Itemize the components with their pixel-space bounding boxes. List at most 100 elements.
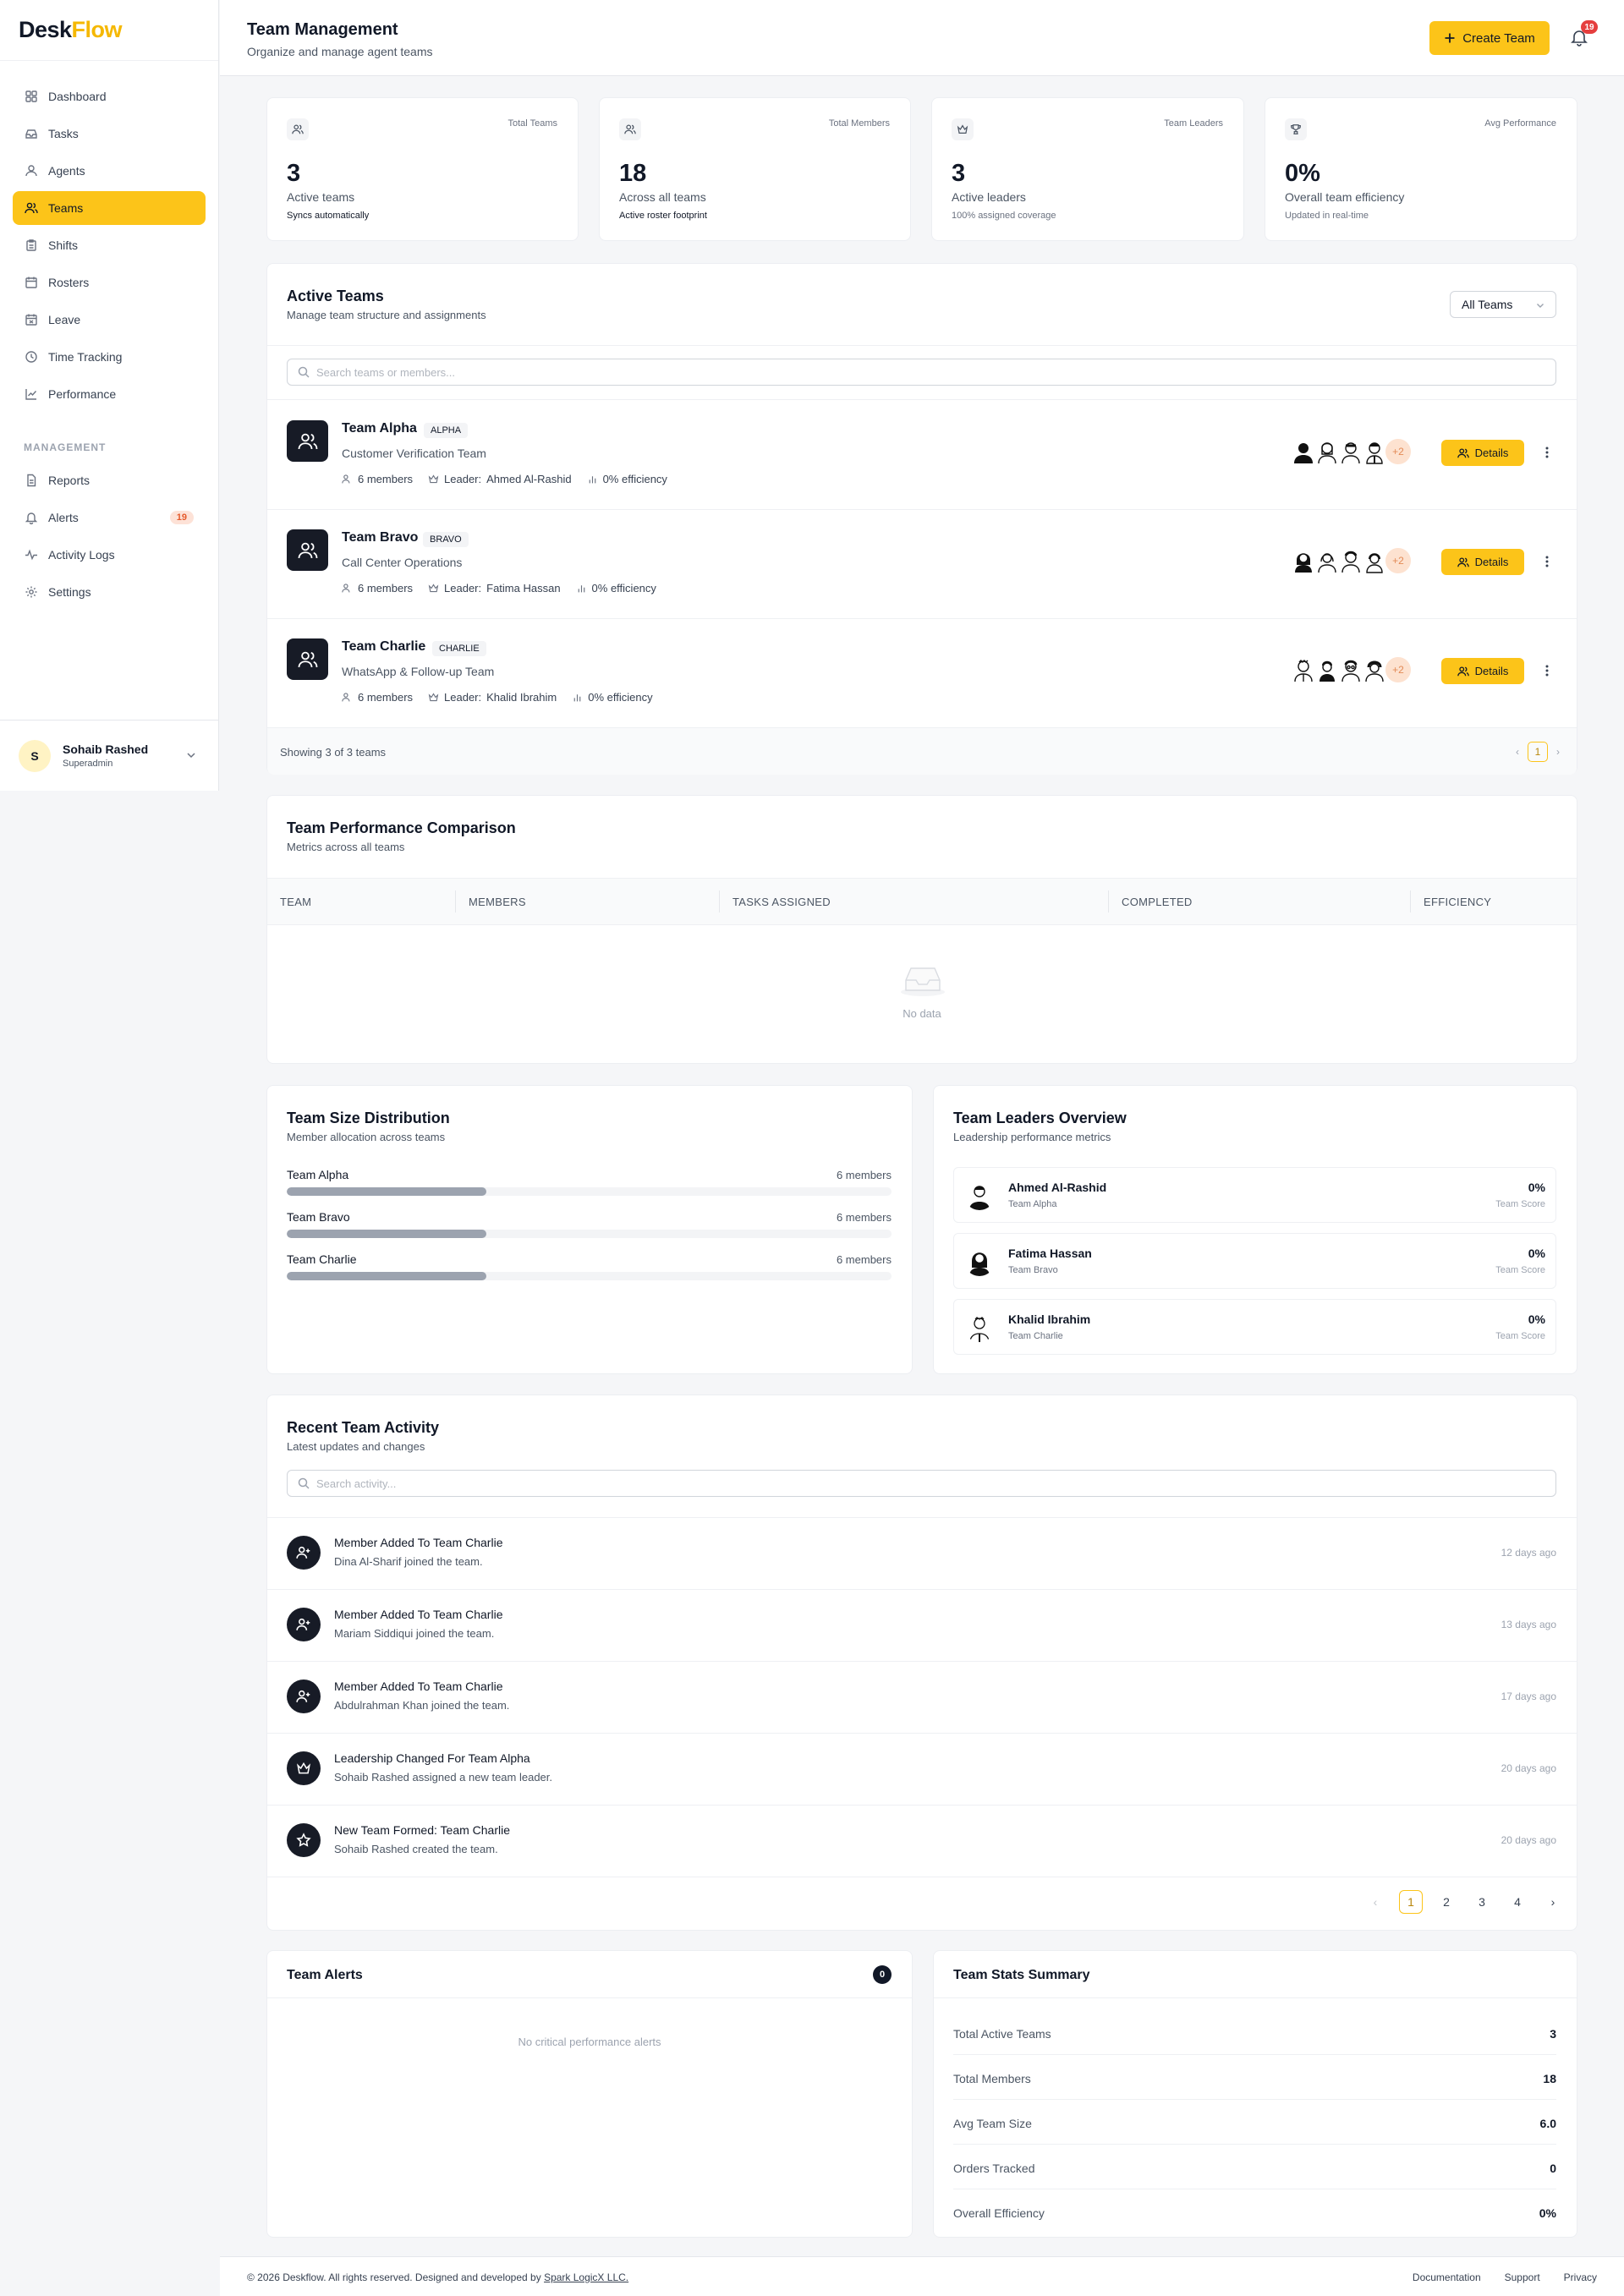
more-vertical-icon[interactable]: [1540, 664, 1554, 677]
sidebar-item-alerts[interactable]: Alerts 19: [13, 501, 206, 534]
clock-icon: [25, 351, 37, 363]
footer-link-support[interactable]: Support: [1505, 2271, 1540, 2283]
column-header-efficiency[interactable]: EFFICIENCY: [1424, 896, 1491, 908]
member-avatars[interactable]: +2: [1289, 655, 1413, 684]
chevron-down-icon[interactable]: [185, 749, 197, 761]
more-members-badge[interactable]: +2: [1384, 655, 1413, 684]
activity-search-input[interactable]: Search activity...: [287, 1470, 1556, 1497]
team-name[interactable]: Team Alpha: [342, 421, 417, 436]
user-menu[interactable]: S Sohaib Rashed Superadmin: [0, 720, 218, 791]
create-team-button[interactable]: Create Team: [1429, 21, 1550, 55]
leader-row[interactable]: Khalid Ibrahim Team Charlie 0% Team Scor…: [953, 1299, 1556, 1355]
team-members: 6 members: [342, 691, 413, 704]
more-vertical-icon[interactable]: [1540, 555, 1554, 568]
distribution-bar-fill: [287, 1187, 486, 1196]
section-title: Team Performance Comparison: [287, 819, 516, 836]
activity-icon: [25, 549, 37, 561]
team-filter-select[interactable]: All Teams: [1450, 291, 1556, 318]
document-icon: [27, 474, 36, 487]
page-button-current[interactable]: 1: [1528, 742, 1548, 762]
leader-score: 0%: [1528, 1181, 1545, 1194]
team-details-button[interactable]: Details: [1441, 549, 1524, 575]
distribution-count: 6 members: [836, 1253, 892, 1266]
empty-state-text: No data: [903, 1007, 941, 1020]
activity-title: Leadership Changed For Team Alpha: [334, 1751, 530, 1765]
page-button[interactable]: 4: [1506, 1890, 1529, 1914]
sidebar-item-time-tracking[interactable]: Time Tracking: [13, 340, 206, 374]
team-description: Customer Verification Team: [342, 447, 486, 460]
stat-note: 100% assigned coverage: [952, 211, 1056, 221]
sidebar-item-leave[interactable]: Leave: [13, 303, 206, 337]
more-vertical-icon[interactable]: [1540, 446, 1554, 459]
chevron-left-icon[interactable]: ‹: [1363, 1890, 1387, 1914]
user-plus-icon: [287, 1680, 321, 1713]
create-team-label: Create Team: [1462, 30, 1535, 46]
team-details-button[interactable]: Details: [1441, 440, 1524, 466]
grid-icon: [25, 90, 37, 102]
column-header-members[interactable]: MEMBERS: [469, 896, 526, 908]
leader-row[interactable]: Ahmed Al-Rashid Team Alpha 0% Team Score: [953, 1167, 1556, 1223]
sidebar-item-tasks[interactable]: Tasks: [13, 117, 206, 151]
trophy-icon: [1285, 118, 1307, 140]
team-name[interactable]: Team Charlie: [342, 639, 425, 655]
sidebar-item-label: Settings: [48, 585, 91, 599]
inbox-icon: [25, 129, 37, 139]
details-label: Details: [1474, 665, 1509, 677]
sidebar-item-shifts[interactable]: Shifts: [13, 228, 206, 262]
chevron-right-icon[interactable]: ›: [1556, 746, 1560, 758]
leader-row[interactable]: Fatima Hassan Team Bravo 0% Team Score: [953, 1233, 1556, 1289]
page-button[interactable]: 1: [1399, 1890, 1423, 1914]
footer-link-privacy[interactable]: Privacy: [1564, 2271, 1597, 2283]
activity-title: New Team Formed: Team Charlie: [334, 1823, 511, 1837]
plus-icon: [1445, 33, 1455, 43]
sidebar-item-rosters[interactable]: Rosters: [13, 266, 206, 299]
sidebar-item-dashboard[interactable]: Dashboard: [13, 79, 206, 113]
sidebar-item-activity-logs[interactable]: Activity Logs: [13, 538, 206, 572]
team-efficiency-value: 0% efficiency: [588, 691, 653, 704]
activity-item: Member Added To Team Charlie Mariam Sidd…: [267, 1589, 1577, 1661]
chevron-left-icon[interactable]: ‹: [1516, 746, 1519, 758]
logo[interactable]: DeskFlow: [0, 0, 218, 61]
leader-name: Ahmed Al-Rashid: [1008, 1181, 1107, 1194]
users-icon: [1457, 447, 1469, 458]
footer-link-documentation[interactable]: Documentation: [1413, 2271, 1481, 2283]
column-header-completed[interactable]: COMPLETED: [1122, 896, 1193, 908]
summary-row: Orders Tracked 0: [953, 2145, 1556, 2189]
member-avatars[interactable]: +2: [1289, 437, 1413, 466]
sidebar-item-settings[interactable]: Settings: [13, 575, 206, 609]
bar-chart-icon: [589, 476, 595, 484]
divider: [267, 345, 1577, 346]
page-button[interactable]: 3: [1470, 1890, 1494, 1914]
sidebar-item-reports[interactable]: Reports: [13, 463, 206, 497]
sidebar-item-agents[interactable]: Agents: [13, 154, 206, 188]
logo-text-first: Desk: [19, 17, 72, 42]
sidebar-item-teams[interactable]: Teams: [13, 191, 206, 225]
users-icon: [25, 202, 38, 214]
team-details-button[interactable]: Details: [1441, 658, 1524, 684]
crown-icon: [287, 1751, 321, 1785]
more-members-badge[interactable]: +2: [1384, 437, 1413, 466]
stat-card-avg-performance: Avg Performance 0% Overall team efficien…: [1265, 97, 1577, 241]
column-header-tasks-assigned[interactable]: TASKS ASSIGNED: [732, 896, 831, 908]
details-label: Details: [1474, 556, 1509, 568]
users-icon: [287, 529, 328, 571]
distribution-team-label: Team Alpha: [287, 1168, 349, 1181]
summary-label: Orders Tracked: [953, 2162, 1035, 2175]
user-plus-icon: [287, 1608, 321, 1641]
distribution-count: 6 members: [836, 1211, 892, 1224]
column-header-team[interactable]: TEAM: [280, 896, 311, 908]
chevron-right-icon[interactable]: ›: [1541, 1890, 1565, 1914]
sidebar-item-performance[interactable]: Performance: [13, 377, 206, 411]
company-link[interactable]: Spark LogicX LLC.: [544, 2271, 628, 2283]
team-meta: 6 members Leader: Khalid Ibrahim 0% effic…: [342, 691, 668, 704]
more-members-badge[interactable]: +2: [1384, 546, 1413, 575]
stat-note: Active roster footprint: [619, 211, 707, 221]
stat-caption: Overall team efficiency: [1285, 190, 1405, 204]
sidebar-item-label: Rosters: [48, 276, 90, 289]
member-avatars[interactable]: +2: [1289, 546, 1413, 575]
user-icon: [25, 165, 37, 177]
page-button[interactable]: 2: [1435, 1890, 1458, 1914]
activity-time: 20 days ago: [1501, 1834, 1556, 1846]
team-search-input[interactable]: Search teams or members...: [287, 359, 1556, 386]
team-name[interactable]: Team Bravo: [342, 530, 418, 545]
